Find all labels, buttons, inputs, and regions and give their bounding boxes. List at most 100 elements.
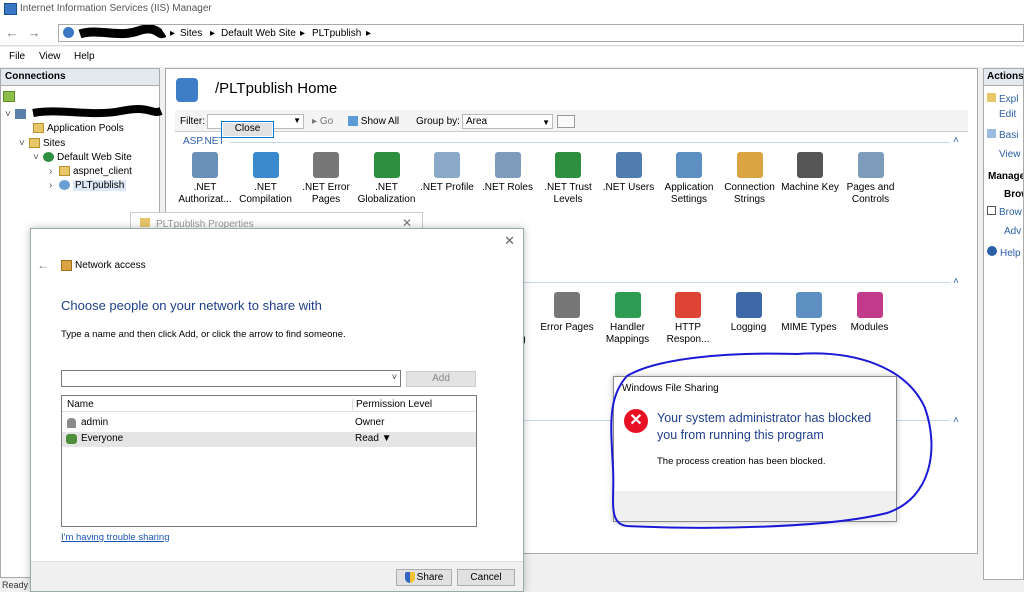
tree-application-pools[interactable]: Application Pools (33, 123, 124, 134)
tree-pltpublish[interactable]: › PLTpublish (49, 180, 127, 191)
feature-item[interactable]: .NET Authorizat... (174, 152, 236, 206)
breadcrumb-separator-icon: ▸ (366, 28, 372, 39)
error-icon: ✕ (624, 409, 648, 433)
folder-icon (59, 166, 70, 177)
title-bar: Internet Information Services (IIS) Mana… (0, 0, 1024, 20)
feature-item[interactable]: Application Settings (658, 152, 720, 206)
network-access-dialog: ✕ ← Network access Choose people on your… (30, 228, 524, 592)
dialog-heading: Choose people on your network to share w… (61, 298, 322, 313)
back-arrow-icon[interactable]: ← (2, 24, 22, 42)
action-advanced-settings[interactable]: Adv (1004, 226, 1021, 237)
server-node[interactable]: ˅ (5, 109, 29, 120)
close-icon[interactable]: ✕ (504, 233, 515, 249)
http-response-icon (675, 292, 701, 318)
menu-file[interactable]: File (9, 51, 25, 62)
feature-label: .NET Error Pages (302, 182, 350, 205)
back-arrow-icon[interactable]: ← (37, 258, 49, 272)
feature-label: Error Pages (540, 322, 594, 333)
user-name-combobox[interactable]: ˅ (61, 370, 401, 387)
network-users-icon (61, 260, 72, 271)
error-heading: Your system administrator has blocked yo… (657, 411, 872, 442)
feature-item[interactable]: Modules (839, 292, 901, 334)
menu-view[interactable]: View (39, 51, 61, 62)
close-button[interactable]: Close (221, 121, 274, 138)
action-explore[interactable]: Expl (987, 93, 1018, 105)
permission-dropdown[interactable]: Read ▼ (355, 433, 392, 444)
download-arrow-icon (252, 152, 279, 178)
group-by-label: Group by: (416, 116, 460, 127)
feature-label: .NET Roles (482, 182, 533, 193)
logging-icon (735, 292, 762, 318)
breadcrumb-sites[interactable]: Sites (180, 28, 202, 39)
show-all-button[interactable]: Show All (348, 116, 399, 127)
table-row[interactable]: Everyone Read ▼ (62, 432, 476, 447)
go-button[interactable]: ▸ Go (312, 116, 333, 127)
feature-label: HTTP Respon... (666, 322, 710, 345)
feature-item[interactable]: .NET Trust Levels (537, 152, 599, 206)
share-button[interactable]: Share (396, 569, 452, 586)
action-browse[interactable]: Brow (987, 206, 1022, 218)
action-edit-permissions[interactable]: Edit (999, 109, 1016, 120)
chevron-down-icon[interactable]: ▼ (542, 116, 550, 129)
feature-item[interactable]: .NET Profile (416, 152, 478, 194)
instructions-text: Type a name and then click Add, or click… (61, 329, 346, 340)
feature-label: MIME Types (781, 322, 837, 333)
server-key-icon (797, 152, 823, 178)
feature-item[interactable]: MIME Types (778, 292, 840, 334)
feature-item[interactable]: Machine Key (779, 152, 841, 194)
collapse-icon[interactable]: ˄ (953, 276, 959, 287)
group-by-select[interactable]: Area ▼ (462, 114, 553, 129)
share-users-list: Name Permission Level admin Owner Everyo… (61, 395, 477, 527)
feature-label: Pages and Controls (846, 182, 895, 205)
breadcrumb-pltpublish[interactable]: PLTpublish (312, 28, 361, 39)
feature-item[interactable]: .NET Roles (477, 152, 539, 194)
dialog-title: Windows File Sharing (622, 383, 719, 394)
feature-label: Modules (850, 322, 889, 333)
tree-sites[interactable]: ˅ Sites (19, 138, 65, 149)
chevron-down-icon[interactable]: ▼ (293, 116, 301, 125)
trouble-sharing-link[interactable]: I'm having trouble sharing (61, 532, 170, 543)
lock-user-icon (192, 152, 218, 178)
feature-item[interactable]: Logging (718, 292, 780, 334)
error-message: The process creation has been blocked. (657, 456, 826, 467)
sites-icon (29, 138, 40, 149)
feature-label: Connection Strings (724, 182, 775, 205)
action-view-virtual-dirs[interactable]: View (999, 149, 1021, 160)
redaction-mark (32, 105, 163, 118)
view-mode-icon[interactable] (557, 115, 575, 128)
feature-item[interactable]: Error Pages (536, 292, 598, 334)
tree-default-web-site[interactable]: ˅ Default Web Site (33, 152, 132, 163)
dialog-footer: Share Cancel (31, 561, 523, 591)
forward-arrow-icon[interactable]: → (24, 24, 44, 42)
feature-item[interactable]: Connection Strings (719, 152, 781, 206)
collapse-icon[interactable]: ˄ (953, 135, 959, 146)
page-title: /PLTpublish Home (215, 80, 338, 97)
collapse-icon[interactable]: ˄ (953, 415, 959, 426)
menu-help[interactable]: Help (74, 51, 95, 62)
breadcrumb-separator-icon: ▸ (300, 28, 306, 39)
feature-item[interactable]: .NET Error Pages (295, 152, 357, 206)
feature-label: .NET Authorizat... (178, 182, 232, 205)
feature-item[interactable]: Handler Mappings (597, 292, 659, 346)
feature-item[interactable]: .NET Users (598, 152, 660, 194)
action-help[interactable]: Help (987, 246, 1021, 259)
connect-icon[interactable] (3, 91, 15, 102)
feature-label: .NET Globalization (357, 182, 416, 205)
feature-item[interactable]: .NET Globalization (356, 152, 418, 206)
column-name[interactable]: Name (67, 399, 94, 410)
feature-item[interactable]: .NET Compilation (235, 152, 297, 206)
chevron-down-icon[interactable]: ˅ (392, 372, 397, 382)
breadcrumb-default-web-site[interactable]: Default Web Site (221, 28, 296, 39)
section-aspnet[interactable]: ASP.NET (183, 136, 225, 147)
tree-aspnet-client[interactable]: › aspnet_client (49, 166, 132, 177)
add-button[interactable]: Add (406, 371, 476, 387)
connections-header: Connections (1, 69, 159, 86)
cancel-button[interactable]: Cancel (457, 569, 515, 586)
feature-item[interactable]: HTTP Respon... (657, 292, 719, 346)
table-row[interactable]: admin Owner (62, 416, 476, 431)
action-basic-settings[interactable]: Basi (987, 129, 1018, 141)
database-icon (736, 152, 763, 178)
address-field[interactable] (58, 24, 1024, 42)
feature-item[interactable]: Pages and Controls (840, 152, 902, 206)
column-permission[interactable]: Permission Level (352, 399, 432, 410)
